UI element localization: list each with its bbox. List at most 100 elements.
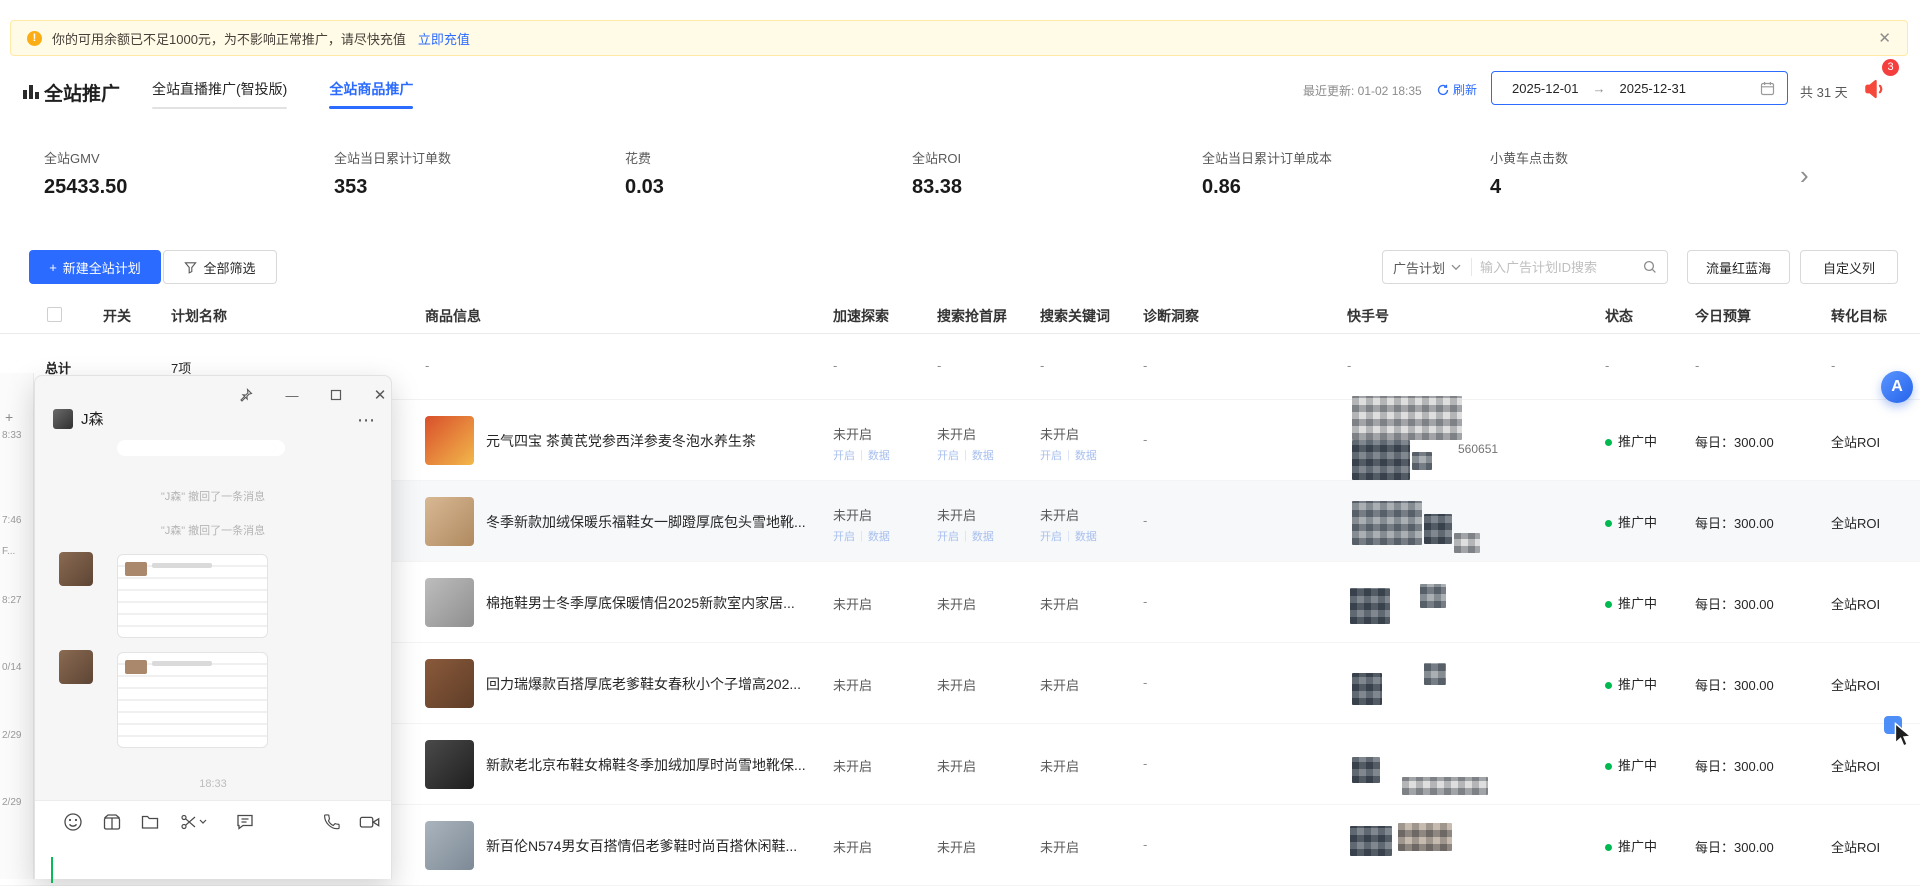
status-dot [1605,601,1612,608]
total-dash: - [1831,358,1835,373]
chat-list-time: 2/29 [2,730,21,741]
search-icon[interactable] [1643,260,1657,274]
total-dash: - [833,358,837,373]
product-name: 回力瑞爆款百搭厚底老爹鞋女春秋小个子增高202... [486,674,801,694]
plan-search-group: 广告计划 [1382,250,1668,284]
col-accelerate: 加速探索 [833,306,889,326]
accelerate-status: 未开启 [833,675,872,694]
date-start-value[interactable]: 2025-12-01 [1504,81,1587,96]
stat-cost: 花费0.03 [625,148,664,199]
total-dash: - [1347,358,1351,373]
open-link[interactable]: 开启 [1040,447,1062,463]
floating-assistant-button[interactable]: A [1881,371,1913,403]
data-link[interactable]: 数据 [972,447,994,463]
chat-list-time: 8:27 [2,595,21,606]
budget-value: 每日：300.00 [1695,756,1774,775]
minimize-icon[interactable]: — [281,384,303,406]
blurred-account-mosaic [1352,440,1410,480]
goal-value: 全站ROI [1831,675,1880,694]
data-link[interactable]: 数据 [972,528,994,544]
banner-close-icon[interactable]: ✕ [1878,29,1891,47]
status-cell: 推广中 [1605,836,1657,855]
new-plan-button[interactable]: + 新建全站计划 [29,250,161,284]
col-search-keyword: 搜索关键词 [1040,306,1110,326]
message-timestamp: 18:33 [35,778,391,790]
last-update-text: 最近更新: 01-02 18:35 [1303,82,1422,99]
caret-down-icon [199,819,207,825]
product-image [425,740,474,789]
chat-input-area[interactable] [35,800,391,879]
sticker-box-icon[interactable] [101,811,123,833]
data-link[interactable]: 数据 [1075,528,1097,544]
chat-more-icon[interactable]: ⋯ [357,410,376,431]
col-budget: 今日预算 [1695,306,1751,326]
col-search-screen: 搜索抢首屏 [937,306,1007,326]
blurred-account-mosaic [1350,826,1392,856]
recharge-link[interactable]: 立即充值 [418,29,470,48]
search-keyword-status: 未开启 [1040,837,1079,856]
col-diagnosis: 诊断洞察 [1143,306,1199,326]
refresh-button[interactable]: 刷新 [1437,81,1477,98]
open-link[interactable]: 开启 [833,528,855,544]
traffic-red-blue-sea-button[interactable]: 流量红蓝海 [1687,250,1790,284]
data-link[interactable]: 数据 [868,528,890,544]
text-caret [51,857,53,883]
blurred-account-mosaic [1454,533,1480,553]
tab-product-promotion[interactable]: 全站商品推广 [327,73,415,113]
status-cell: 推广中 [1605,431,1657,450]
open-link[interactable]: 开启 [937,528,959,544]
status-cell: 推广中 [1605,512,1657,531]
accelerate-status: 未开启 [833,424,872,443]
quick-actions: 开启|数据 [833,528,890,544]
date-range-picker[interactable]: 2025-12-01 → 2025-12-31 [1491,71,1788,105]
plan-type-select[interactable]: 广告计划 [1383,258,1471,277]
search-screen-status: 未开启 [937,756,976,775]
open-link[interactable]: 开启 [833,447,855,463]
voice-call-icon[interactable] [321,811,343,833]
account-partial-text: 560651 [1458,442,1498,456]
status-dot [1605,439,1612,446]
status-dot [1605,763,1612,770]
stats-next-chevron-icon[interactable]: › [1800,160,1809,190]
data-link[interactable]: 数据 [1075,447,1097,463]
open-link[interactable]: 开启 [1040,528,1062,544]
app-logo-icon [22,82,40,100]
chat-history-icon[interactable] [234,811,256,833]
warning-icon: ! [27,31,42,46]
video-call-icon[interactable] [359,811,381,833]
pin-icon[interactable] [235,384,257,406]
filter-button[interactable]: 全部筛选 [163,250,277,284]
funnel-icon [184,261,197,274]
open-link[interactable]: 开启 [937,447,959,463]
chat-contact-name: J森 [81,408,104,429]
emoji-icon[interactable] [62,811,84,833]
search-keyword-status: 未开启 [1040,675,1079,694]
select-all-checkbox[interactable] [47,307,62,322]
folder-icon[interactable] [139,811,161,833]
close-icon[interactable]: ✕ [369,384,391,406]
screenshot-scissors-icon[interactable] [177,811,209,833]
quick-actions: 开启|数据 [1040,528,1097,544]
message-screenshot[interactable] [117,554,268,638]
data-link[interactable]: 数据 [868,447,890,463]
promo-megaphone-icon[interactable] [1862,76,1888,102]
date-arrow: → [1587,81,1612,96]
diagnosis-value: - [1143,675,1147,690]
tab-live-promotion[interactable]: 全站直播推广(智投版) [150,73,289,113]
product-image [425,821,474,870]
diagnosis-value: - [1143,756,1147,771]
maximize-icon[interactable] [325,384,347,406]
blurred-account-mosaic [1350,588,1390,624]
chat-header: J森 [53,408,104,429]
total-dash: - [1040,358,1044,373]
diagnosis-value: - [1143,594,1147,609]
chat-list-plus-icon[interactable]: + [5,409,13,425]
blurred-account-mosaic [1352,501,1422,545]
custom-columns-button[interactable]: 自定义列 [1800,250,1898,284]
date-end-value[interactable]: 2025-12-31 [1612,81,1695,96]
product-cell: 回力瑞爆款百搭厚底老爹鞋女春秋小个子增高202... [425,659,801,708]
stat-orders: 全站当日累计订单数353 [334,148,451,199]
quick-actions: 开启|数据 [937,447,994,463]
plan-search-input[interactable] [1472,260,1643,275]
message-screenshot[interactable] [117,652,268,748]
